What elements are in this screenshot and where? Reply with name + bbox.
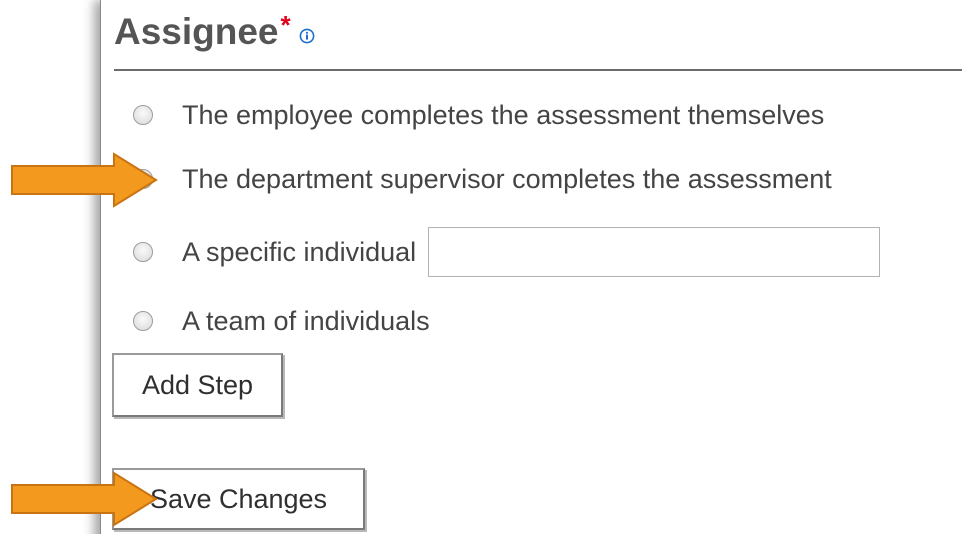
arrow-right-icon [11, 152, 158, 208]
required-marker: * [280, 10, 291, 40]
screenshot-canvas: Assignee * The employee completes the as… [0, 0, 962, 534]
add-step-button[interactable]: Add Step [112, 353, 283, 417]
option-employee-self[interactable]: The employee completes the assessment th… [133, 95, 824, 135]
radio-specific-individual[interactable] [133, 242, 153, 262]
arrow-right-icon [11, 471, 158, 527]
option-team-of-individuals[interactable]: A team of individuals [133, 301, 430, 341]
section-title: Assignee [114, 11, 279, 52]
option-label: A specific individual [182, 236, 417, 267]
specific-individual-input[interactable] [428, 227, 881, 277]
info-icon[interactable] [299, 28, 315, 44]
radio-team-of-individuals[interactable] [133, 311, 153, 331]
option-specific-individual[interactable]: A specific individual [133, 226, 881, 278]
option-label: A team of individuals [182, 305, 430, 336]
radio-employee-self[interactable] [133, 105, 153, 125]
section-divider [114, 69, 962, 71]
option-label: The employee completes the assessment th… [182, 99, 825, 130]
option-label: The department supervisor completes the … [182, 163, 832, 194]
option-department-supervisor[interactable]: The department supervisor completes the … [133, 159, 832, 199]
assignee-section-header: Assignee * [114, 10, 315, 64]
